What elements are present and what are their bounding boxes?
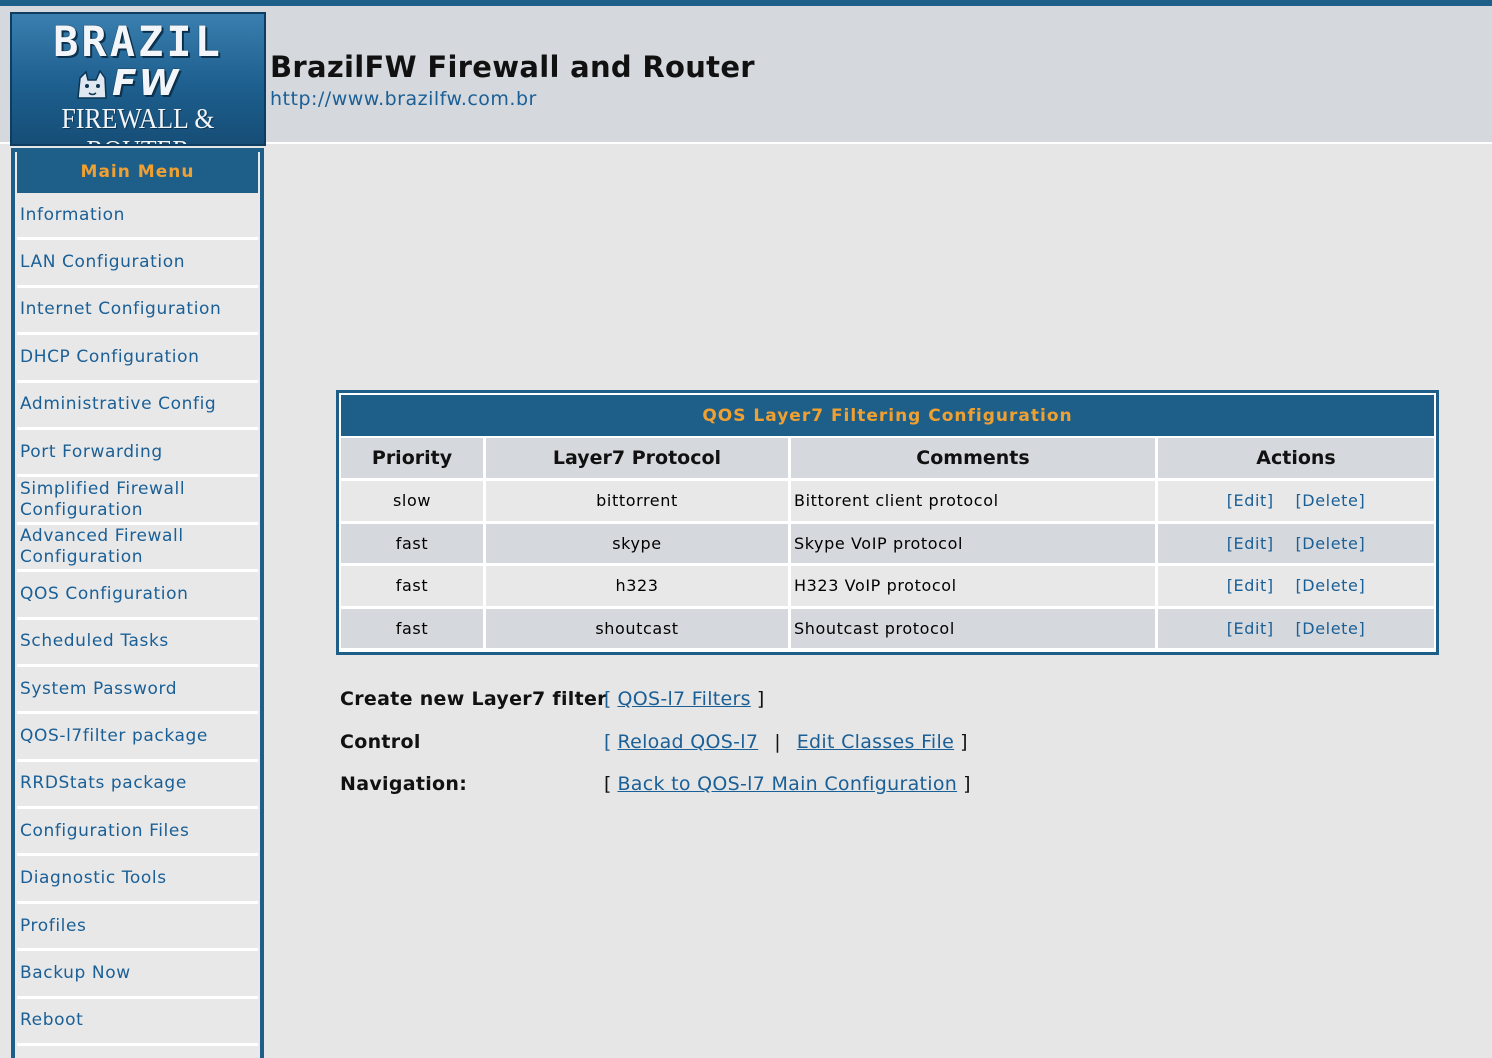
qos-layer7-table: QOS Layer7 Filtering Configuration Prior… — [341, 395, 1434, 648]
cat-head-icon — [77, 69, 107, 99]
menu-item-system-password[interactable]: System Password — [17, 666, 258, 715]
main-menu-sidebar: Main Menu Information LAN Configuration … — [11, 148, 264, 1058]
control-label: Control — [340, 730, 421, 753]
menu-item-qos-configuration[interactable]: QOS Configuration — [17, 572, 258, 620]
column-header-comments: Comments — [791, 436, 1158, 478]
protocol-cell: shoutcast — [486, 605, 791, 648]
edit-classes-file-link[interactable]: Edit Classes File — [797, 731, 954, 753]
brazilfw-logo[interactable]: BRAZIL FW FIREWALL & ROUTER — [10, 12, 266, 146]
menu-item-backup-now[interactable]: Backup Now — [17, 951, 258, 999]
menu-item-diagnostic-tools[interactable]: Diagnostic Tools — [17, 856, 258, 904]
page-header: BRAZIL FW FIREWALL & ROUTER BrazilFW Fir… — [0, 6, 1492, 146]
navigation-label: Navigation: — [340, 773, 468, 795]
comment-cell: Bittorent client protocol — [791, 478, 1158, 521]
edit-link[interactable]: [Edit] — [1219, 619, 1282, 638]
priority-cell: fast — [341, 520, 486, 563]
menu-item-lan-configuration[interactable]: LAN Configuration — [17, 240, 258, 288]
site-url-link[interactable]: http://www.brazilfw.com.br — [270, 88, 537, 110]
menu-item-simplified-firewall[interactable]: Simplified Firewall Configuration — [17, 477, 258, 525]
menu-item-information[interactable]: Information — [17, 193, 258, 241]
table-row: fast skype Skype VoIP protocol [Edit] [D… — [341, 520, 1434, 563]
back-to-qos-l7-main-link[interactable]: Back to QOS-l7 Main Configuration — [617, 773, 957, 795]
menu-item-rrdstats-package[interactable]: RRDStats package — [17, 761, 258, 810]
protocol-cell: h323 — [486, 563, 791, 606]
edit-link[interactable]: [Edit] — [1219, 534, 1282, 553]
actions-cell: [Edit] [Delete] — [1158, 563, 1434, 606]
logo-text-firewall-router: FIREWALL & ROUTER — [61, 104, 215, 144]
menu-item-port-forwarding[interactable]: Port Forwarding — [17, 429, 258, 478]
main-menu-heading: Main Menu — [17, 152, 258, 193]
menu-item-advanced-firewall[interactable]: Advanced Firewall Configuration — [17, 524, 258, 573]
qos-l7-filters-link[interactable]: QOS-l7 Filters — [617, 688, 750, 710]
table-caption: QOS Layer7 Filtering Configuration — [341, 395, 1434, 436]
menu-item-internet-configuration[interactable]: Internet Configuration — [17, 287, 258, 336]
delete-link[interactable]: [Delete] — [1287, 491, 1373, 510]
logo-text-fw: FW — [112, 63, 181, 104]
priority-cell: fast — [341, 563, 486, 606]
navigation-row: Navigation: [ Back to QOS-l7 Main Config… — [340, 773, 971, 795]
comment-cell: Skype VoIP protocol — [791, 520, 1158, 563]
logo-text-brazil: BRAZIL — [53, 17, 223, 66]
menu-item-reboot[interactable]: Reboot — [17, 998, 258, 1047]
control-row: Control [ Reload QOS-l7 | Edit Classes F… — [340, 730, 968, 753]
actions-cell: [Edit] [Delete] — [1158, 605, 1434, 648]
delete-link[interactable]: [Delete] — [1287, 619, 1373, 638]
reload-qos-l7-link[interactable]: Reload QOS-l7 — [617, 731, 758, 753]
delete-link[interactable]: [Delete] — [1287, 534, 1373, 553]
menu-item-qos-l7filter-package[interactable]: QOS-l7filter package — [17, 714, 258, 762]
column-header-layer7-protocol: Layer7 Protocol — [486, 436, 791, 478]
priority-cell: slow — [341, 478, 486, 521]
create-filter-label: Create new Layer7 filter — [340, 688, 607, 710]
column-header-priority: Priority — [341, 436, 486, 478]
protocol-cell: bittorrent — [486, 478, 791, 521]
create-filter-row: Create new Layer7 filter [ QOS-l7 Filter… — [340, 688, 765, 710]
table-row: fast shoutcast Shoutcast protocol [Edit]… — [341, 605, 1434, 648]
delete-link[interactable]: [Delete] — [1287, 576, 1373, 595]
menu-item-profiles[interactable]: Profiles — [17, 903, 258, 952]
menu-item-dhcp-configuration[interactable]: DHCP Configuration — [17, 335, 258, 383]
qos-layer7-panel: QOS Layer7 Filtering Configuration Prior… — [336, 390, 1439, 655]
edit-link[interactable]: [Edit] — [1219, 491, 1282, 510]
table-row: fast h323 H323 VoIP protocol [Edit] [Del… — [341, 563, 1434, 606]
protocol-cell: skype — [486, 520, 791, 563]
actions-cell: [Edit] [Delete] — [1158, 478, 1434, 521]
comment-cell: Shoutcast protocol — [791, 605, 1158, 648]
priority-cell: fast — [341, 605, 486, 648]
controls-section: Create new Layer7 filter [ QOS-l7 Filter… — [340, 680, 1140, 808]
menu-item-administrative-config[interactable]: Administrative Config — [17, 382, 258, 430]
menu-item-scheduled-tasks[interactable]: Scheduled Tasks — [17, 619, 258, 667]
menu-item-configuration-files[interactable]: Configuration Files — [17, 809, 258, 857]
comment-cell: H323 VoIP protocol — [791, 563, 1158, 606]
page-title: BrazilFW Firewall and Router — [270, 50, 755, 84]
table-row: slow bittorrent Bittorent client protoco… — [341, 478, 1434, 521]
actions-cell: [Edit] [Delete] — [1158, 520, 1434, 563]
column-header-actions: Actions — [1158, 436, 1434, 478]
edit-link[interactable]: [Edit] — [1219, 576, 1282, 595]
